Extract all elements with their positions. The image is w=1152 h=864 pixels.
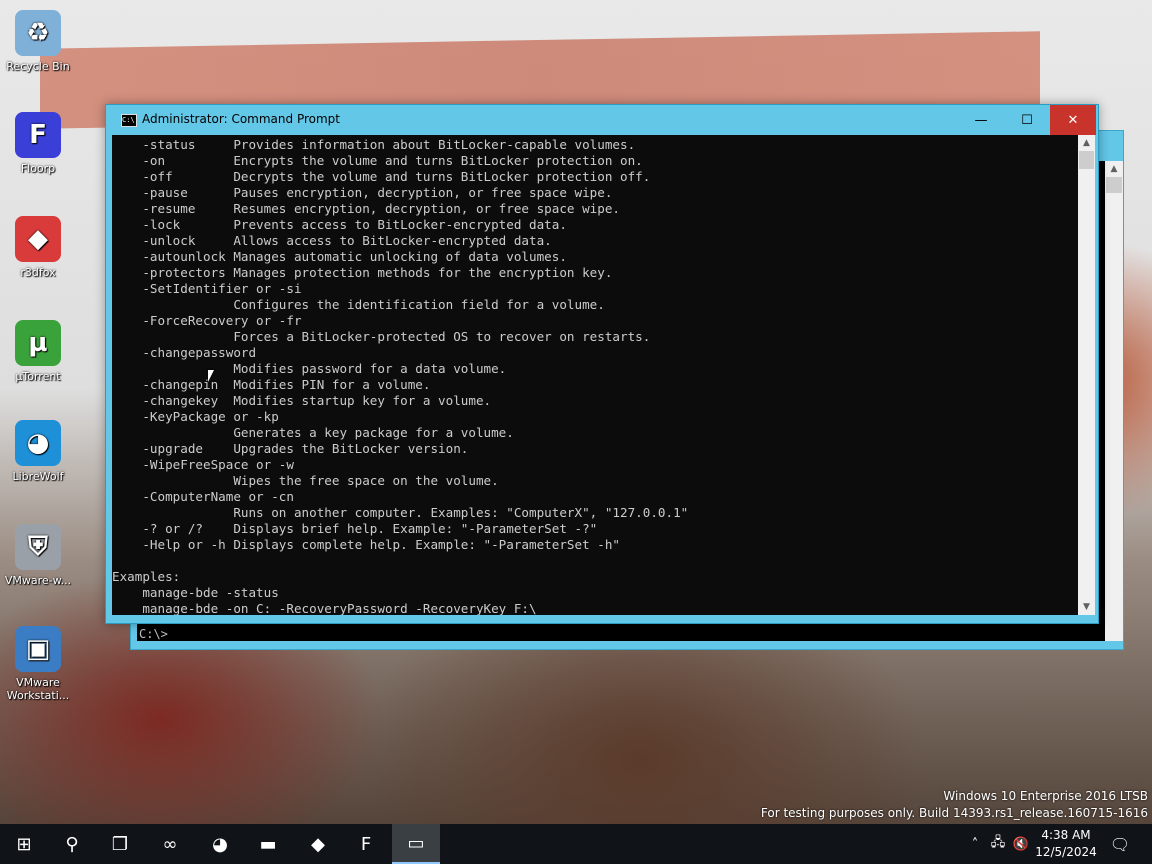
console-line: -on Encrypts the volume and turns BitLoc… (112, 153, 643, 168)
vertical-scrollbar[interactable]: ▲ ▼ (1078, 135, 1095, 615)
taskbar-app-floorp[interactable]: F (342, 824, 390, 864)
taskbar-app-r3dfox[interactable]: ◆ (294, 824, 342, 864)
console-line: -protectors Manages protection methods f… (112, 265, 613, 280)
desktop-icon-floorp[interactable]: F Floorp (4, 112, 72, 175)
show-hidden-icons-chevron-icon[interactable]: ˄ (966, 824, 984, 864)
desktop-icon-recycle-bin[interactable]: ♻ Recycle Bin (4, 10, 72, 73)
task-view-icon: ❐ (111, 833, 129, 855)
background-vertical-scrollbar[interactable]: ▲ (1105, 161, 1123, 641)
console-line: Forces a BitLocker-protected OS to recov… (112, 329, 651, 344)
desktop-icon-label: VMware-w... (4, 574, 72, 587)
desktop-icon-librewolf[interactable]: ◕ LibreWolf (4, 420, 72, 483)
windows-watermark: Windows 10 Enterprise 2016 LTSB For test… (761, 788, 1148, 822)
volume-muted-icon[interactable]: 🔇 (1010, 824, 1032, 864)
console-line: -Help or -h Displays complete help. Exam… (112, 537, 620, 552)
floorp-icon: F (360, 833, 372, 855)
infinity-icon: ∞ (162, 833, 178, 855)
start-button[interactable]: ⊞ (0, 824, 48, 864)
desktop-icon-label: Recycle Bin (6, 60, 70, 73)
desktop-icon-vmware-workstation[interactable]: ▣ VMware Workstati... (4, 626, 72, 702)
search-icon: ⚲ (65, 833, 79, 855)
minimize-button[interactable]: — (958, 105, 1004, 135)
desktop-icon-label: µTorrent (15, 370, 61, 383)
command-prompt-icon: ▭ (407, 832, 425, 854)
console-line: -SetIdentifier or -si (112, 281, 302, 296)
network-icon[interactable]: 🖧 (988, 824, 1008, 864)
folder-icon: ▬ (259, 833, 277, 855)
scrollbar-thumb[interactable] (1079, 151, 1094, 169)
watermark-edition: Windows 10 Enterprise 2016 LTSB (943, 789, 1148, 803)
utorrent-icon: µ (15, 320, 61, 366)
console-line: -upgrade Upgrades the BitLocker version. (112, 441, 469, 456)
console-line: -autounlock Manages automatic unlocking … (112, 249, 567, 264)
floorp-icon: F (15, 112, 61, 158)
action-center-icon[interactable]: 🗨 (1108, 824, 1132, 864)
r3dfox-icon: ◆ (311, 833, 325, 855)
close-button[interactable]: ✕ (1050, 105, 1096, 135)
console-line: -WipeFreeSpace or -w (112, 457, 294, 472)
r3dfox-icon: ◆ (15, 216, 61, 262)
taskbar-app-file-explorer[interactable]: ▬ (244, 824, 292, 864)
console-line: -KeyPackage or -kp (112, 409, 279, 424)
desktop-icon-label: Floorp (20, 162, 56, 175)
scroll-up-arrow-icon[interactable]: ▲ (1105, 161, 1123, 177)
taskbar: ⊞ ⚲ ❐ ∞ ◕ ▬ ◆ F ▭ ˄ 🖧 🔇 4:38 AM 12/5/2024 🗨 (0, 824, 1152, 864)
command-prompt-icon: C:\ (121, 114, 137, 127)
console-line: -changekey Modifies startup key for a vo… (112, 393, 492, 408)
librewolf-icon: ◕ (15, 420, 61, 466)
desktop-icon-vmware-installer[interactable]: ⛨ VMware-w... (4, 524, 72, 587)
vmware-workstation-icon: ▣ (15, 626, 61, 672)
search-button[interactable]: ⚲ (48, 824, 96, 864)
system-clock[interactable]: 4:38 AM 12/5/2024 (1034, 827, 1098, 861)
console-line: Generates a key package for a volume. (112, 425, 514, 440)
console-line: -ForceRecovery or -fr (112, 313, 302, 328)
console-line: -changepin Modifies PIN for a volume. (112, 377, 431, 392)
console-line: -off Decrypts the volume and turns BitLo… (112, 169, 651, 184)
maximize-button[interactable]: ☐ (1004, 105, 1050, 135)
console-line: -changepassword (112, 345, 257, 360)
watermark-build: For testing purposes only. Build 14393.r… (760, 806, 1148, 820)
taskbar-app-command-prompt[interactable]: ▭ (392, 824, 440, 864)
scroll-up-arrow-icon[interactable]: ▲ (1078, 135, 1095, 151)
background-prompt-text: C:\> (139, 627, 168, 641)
desktop-icon-label: VMware Workstati... (6, 676, 70, 702)
console-line: -resume Resumes encryption, decryption, … (112, 201, 620, 216)
desktop-icon-label: LibreWolf (12, 470, 64, 483)
command-prompt-window[interactable]: C:\ Administrator: Command Prompt — ☐ ✕ … (105, 104, 1099, 624)
recycle-bin-icon: ♻ (15, 10, 61, 56)
clock-time: 4:38 AM (1041, 828, 1091, 842)
console-line: -status Provides information about BitLo… (112, 137, 636, 152)
scrollbar-thumb[interactable] (1106, 177, 1122, 193)
mouse-pointer-icon (208, 370, 214, 382)
console-line: Configures the identification field for … (112, 297, 605, 312)
console-output[interactable]: -status Provides information about BitLo… (112, 135, 1078, 615)
window-title: Administrator: Command Prompt (142, 112, 340, 126)
console-line: Modifies password for a data volume. (112, 361, 507, 376)
title-bar[interactable]: C:\ Administrator: Command Prompt — ☐ ✕ (106, 105, 1098, 135)
vmware-installer-icon: ⛨ (15, 524, 61, 570)
scroll-down-arrow-icon[interactable]: ▼ (1078, 599, 1095, 615)
librewolf-icon: ◕ (212, 833, 228, 855)
console-text: -status Provides information about BitLo… (112, 135, 1078, 615)
console-line: manage-bde -status (112, 585, 279, 600)
console-line: Wipes the free space on the volume. (112, 473, 499, 488)
console-line: Examples: (112, 569, 181, 584)
task-view-button[interactable]: ❐ (96, 824, 144, 864)
console-line: -pause Pauses encryption, decryption, or… (112, 185, 613, 200)
windows-logo-icon: ⊞ (16, 833, 32, 855)
desktop-icon-r3dfox[interactable]: ◆ r3dfox (4, 216, 72, 279)
desktop-icon-label: r3dfox (20, 266, 56, 279)
clock-date: 12/5/2024 (1035, 845, 1097, 859)
console-line: Runs on another computer. Examples: "Com… (112, 505, 689, 520)
taskbar-app-infinity[interactable]: ∞ (146, 824, 194, 864)
console-line: -ComputerName or -cn (112, 489, 294, 504)
console-line: -unlock Allows access to BitLocker-encry… (112, 233, 552, 248)
console-line: -? or /? Displays brief help. Example: "… (112, 521, 598, 536)
console-line: manage-bde -on C: -RecoveryPassword -Rec… (112, 601, 537, 615)
taskbar-app-librewolf[interactable]: ◕ (196, 824, 244, 864)
desktop-icon-utorrent[interactable]: µ µTorrent (4, 320, 72, 383)
console-line: -lock Prevents access to BitLocker-encry… (112, 217, 567, 232)
